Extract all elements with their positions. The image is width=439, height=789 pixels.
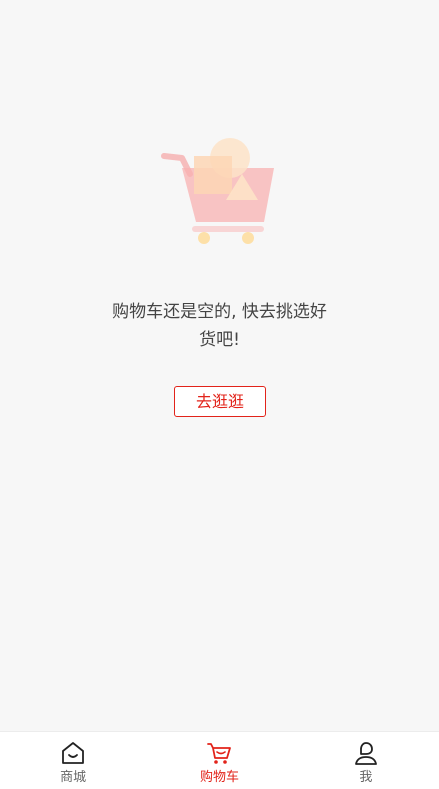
tab-cart[interactable]: 购物车 bbox=[146, 732, 292, 789]
tab-mall-label: 商城 bbox=[60, 770, 87, 785]
empty-cart-message-line1: 购物车还是空的, 快去挑选好 bbox=[112, 302, 327, 322]
tab-mall[interactable]: 商城 bbox=[0, 732, 146, 789]
go-shopping-button[interactable]: 去逛逛 bbox=[174, 386, 266, 417]
cart-page: 购物车还是空的, 快去挑选好 货吧! 去逛逛 商城 购物车 我 bbox=[0, 0, 439, 789]
cart-empty-illustration-icon bbox=[161, 138, 274, 244]
tab-cart-label: 购物车 bbox=[199, 770, 239, 785]
cart-icon bbox=[207, 743, 232, 764]
empty-cart-message: 购物车还是空的, 快去挑选好 货吧! bbox=[0, 298, 439, 354]
home-icon bbox=[62, 742, 85, 764]
bottom-tab-bar: 商城 购物车 我 bbox=[0, 731, 439, 789]
tab-me-label: 我 bbox=[359, 770, 373, 785]
empty-cart-message-line2: 货吧! bbox=[199, 330, 240, 350]
user-icon bbox=[354, 742, 377, 765]
tab-me[interactable]: 我 bbox=[293, 732, 439, 789]
